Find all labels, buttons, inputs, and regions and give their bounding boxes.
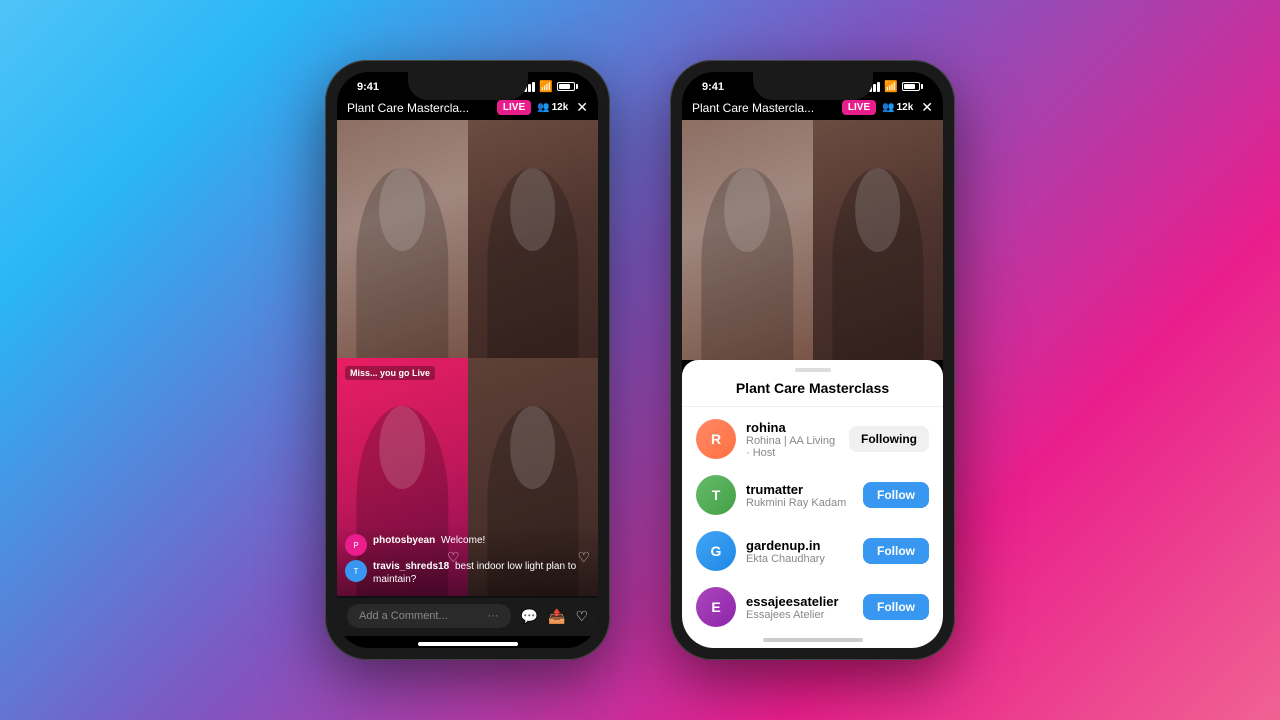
follow-button-essajees[interactable]: Follow bbox=[863, 594, 929, 620]
live-badge-2: LIVE bbox=[842, 100, 876, 115]
home-indicator-2 bbox=[763, 638, 863, 642]
name-trumatter: trumatter bbox=[746, 482, 853, 497]
status-icons-1: 📶 bbox=[520, 80, 578, 93]
participant-item-gardenup: G gardenup.in Ekta Chaudhary Follow bbox=[682, 523, 943, 579]
live-title-2: Plant Care Mastercla... bbox=[692, 101, 836, 115]
sub-rohina: Rohina | AA Living · Host bbox=[746, 435, 839, 459]
participant-item-rohina: R rohina Rohina | AA Living · Host Follo… bbox=[682, 411, 943, 467]
info-gardenup: gardenup.in Ekta Chaudhary bbox=[746, 538, 853, 565]
video-grid-1: Miss... you go Live ♡ ♡ bbox=[337, 120, 598, 596]
comment-input[interactable]: Add a Comment... ··· bbox=[347, 604, 511, 628]
video-grid-2 bbox=[682, 120, 943, 360]
live-badge-1: LIVE bbox=[497, 100, 531, 115]
notch-2 bbox=[753, 72, 873, 100]
sub-trumatter: Rukmini Ray Kadam bbox=[746, 497, 853, 509]
comment-item-2: T travis_shreds18 best indoor low light … bbox=[345, 560, 590, 586]
sheet-title: Plant Care Masterclass bbox=[682, 376, 943, 407]
like-icon[interactable]: ♡ bbox=[575, 608, 588, 625]
comment-actions: 💬 📤 ♡ bbox=[521, 608, 588, 625]
comment-text-2: travis_shreds18 best indoor low light pl… bbox=[373, 560, 590, 586]
participant-item-essajees: E essajeesatelier Essajees Atelier Follo… bbox=[682, 579, 943, 634]
video-cell-2-2 bbox=[813, 120, 944, 360]
follow-button-trumatter[interactable]: Follow bbox=[863, 482, 929, 508]
more-options-icon[interactable]: ··· bbox=[488, 610, 499, 622]
comment-text-1: photosbyean Welcome! bbox=[373, 534, 485, 547]
close-btn-2[interactable]: ✕ bbox=[921, 99, 933, 116]
avatar-gardenup: G bbox=[696, 531, 736, 571]
home-indicator-1 bbox=[418, 642, 518, 646]
comment-avatar-1: P bbox=[345, 534, 367, 556]
viewer-count-1: 👥 12k bbox=[537, 102, 568, 113]
wifi-icon-1: 📶 bbox=[539, 80, 553, 93]
video-cell-1 bbox=[337, 120, 468, 358]
status-icons-2: 📶 bbox=[865, 80, 923, 93]
notch bbox=[408, 72, 528, 100]
info-essajees: essajeesatelier Essajees Atelier bbox=[746, 594, 853, 621]
comment-item-1: P photosbyean Welcome! bbox=[345, 534, 590, 556]
participant-item-trumatter: T trumatter Rukmini Ray Kadam Follow bbox=[682, 467, 943, 523]
following-button-rohina[interactable]: Following bbox=[849, 426, 929, 452]
phone-2: 9:41 📶 Plant Care Mastercla... LIVE bbox=[670, 60, 955, 660]
send-icon[interactable]: 📤 bbox=[548, 608, 565, 625]
name-rohina: rohina bbox=[746, 420, 839, 435]
participant-list: R rohina Rohina | AA Living · Host Follo… bbox=[682, 407, 943, 634]
avatar-trumatter: T bbox=[696, 475, 736, 515]
battery-icon-2 bbox=[902, 82, 923, 91]
comment-avatar-2: T bbox=[345, 560, 367, 582]
phone-1: 9:41 📶 Plant Care Mastercla... LIVE bbox=[325, 60, 610, 660]
live-indicator: Miss... you go Live bbox=[345, 366, 435, 380]
battery-icon-1 bbox=[557, 82, 578, 91]
bottom-sheet: Plant Care Masterclass R rohina Rohina |… bbox=[682, 360, 943, 648]
comment-placeholder: Add a Comment... bbox=[359, 610, 448, 622]
video-cell-2 bbox=[468, 120, 599, 358]
avatar-rohina: R bbox=[696, 419, 736, 459]
close-btn-1[interactable]: ✕ bbox=[576, 99, 588, 116]
dm-icon[interactable]: 💬 bbox=[521, 608, 538, 625]
time-1: 9:41 bbox=[357, 81, 379, 93]
comments-overlay: P photosbyean Welcome! T travis_shreds18… bbox=[337, 526, 598, 598]
sheet-handle bbox=[795, 368, 831, 372]
follow-button-gardenup[interactable]: Follow bbox=[863, 538, 929, 564]
comment-bar: Add a Comment... ··· 💬 📤 ♡ bbox=[337, 596, 598, 636]
name-essajees: essajeesatelier bbox=[746, 594, 853, 609]
sub-gardenup: Ekta Chaudhary bbox=[746, 553, 853, 565]
name-gardenup: gardenup.in bbox=[746, 538, 853, 553]
live-title-1: Plant Care Mastercla... bbox=[347, 101, 491, 115]
avatar-essajees: E bbox=[696, 587, 736, 627]
wifi-icon-2: 📶 bbox=[884, 80, 898, 93]
viewer-count-2: 👥 12k bbox=[882, 102, 913, 113]
info-trumatter: trumatter Rukmini Ray Kadam bbox=[746, 482, 853, 509]
sub-essajees: Essajees Atelier bbox=[746, 609, 853, 621]
info-rohina: rohina Rohina | AA Living · Host bbox=[746, 420, 839, 459]
video-cell-2-1 bbox=[682, 120, 813, 360]
time-2: 9:41 bbox=[702, 81, 724, 93]
